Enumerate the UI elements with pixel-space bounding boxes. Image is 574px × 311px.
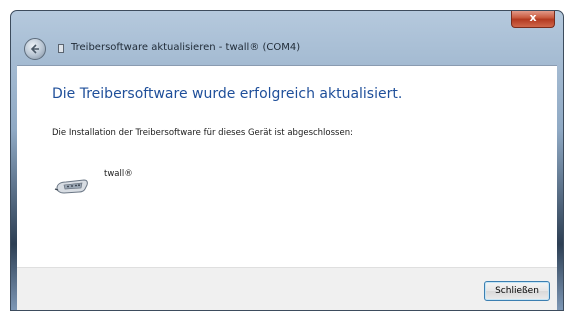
close-window-button[interactable]: x: [511, 11, 555, 28]
device-name: twall®: [104, 169, 133, 179]
serial-port-device-icon: [54, 179, 88, 194]
success-heading: Die Treibersoftware wurde erfolgreich ak…: [52, 86, 403, 102]
window-app-icon: [58, 44, 64, 53]
installation-description: Die Installation der Treibersoftware für…: [52, 128, 353, 138]
title-bar[interactable]: Treibersoftware aktualisieren - twall® (…: [11, 11, 563, 65]
window-title: Treibersoftware aktualisieren - twall® (…: [71, 42, 301, 53]
close-button-label: Schließen: [495, 286, 539, 296]
dialog-content: Die Treibersoftware wurde erfolgreich ak…: [17, 65, 557, 310]
dialog-window: Treibersoftware aktualisieren - twall® (…: [10, 10, 564, 311]
dialog-footer: Schließen: [17, 267, 557, 310]
close-button[interactable]: Schließen: [484, 281, 550, 301]
back-arrow-icon: [30, 44, 39, 54]
close-icon: x: [529, 11, 537, 24]
back-button[interactable]: [24, 38, 46, 60]
